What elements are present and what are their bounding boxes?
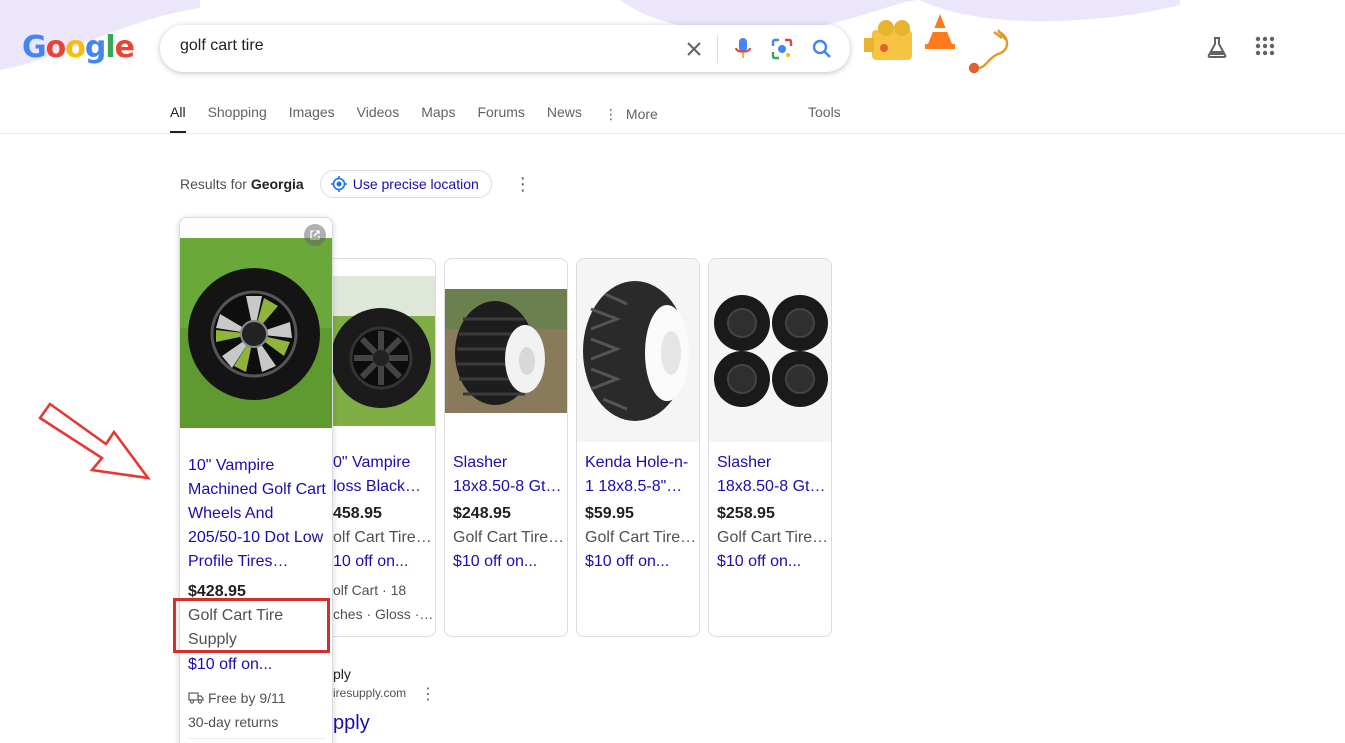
tabs-divider (0, 133, 1345, 134)
product-title[interactable]: Slasher 18x8.50-8 Gt… (453, 451, 565, 499)
product-card[interactable]: 0" Vampire loss Black… 458.95 olf Cart Ti… (333, 258, 436, 637)
search-divider (717, 35, 718, 63)
featured-divider (188, 738, 326, 739)
tab-forums[interactable]: Forums (477, 98, 524, 134)
product-card[interactable]: Kenda Hole-n- 1 18x8.5-8"… $59.95 Golf Ca… (576, 258, 700, 637)
google-lens-icon[interactable] (770, 37, 794, 61)
open-external-icon[interactable] (304, 224, 326, 246)
product-promo[interactable]: $10 off on... (717, 553, 829, 571)
tab-more[interactable]: ⋮ More (604, 98, 658, 134)
product-meta: ches · Gloss ·… (333, 606, 433, 622)
more-vert-icon: ⋮ (603, 105, 618, 122)
tools-button[interactable]: Tools (808, 104, 841, 120)
product-promo[interactable]: $10 off on... (453, 553, 565, 571)
search-tabs: All Shopping Images Videos Maps Forums N… (170, 98, 680, 134)
location-prefix: Results for (180, 176, 247, 192)
product-meta: olf Cart · 18 (333, 582, 407, 598)
product-image (709, 259, 831, 442)
location-place: Georgia (250, 176, 304, 192)
product-price: $59.95 (585, 505, 634, 522)
product-price: $248.95 (453, 505, 511, 522)
product-seller: Golf Cart Tire… (585, 529, 697, 546)
seller-highlight-box (173, 598, 330, 653)
featured-shipping: Free by 9/11 (188, 690, 286, 706)
use-precise-location-label: Use precise location (352, 176, 479, 192)
product-card[interactable]: Slasher 18x8.50-8 Gt… $258.95 Golf Cart T… (708, 258, 832, 637)
annotation-arrow (38, 402, 151, 480)
product-title[interactable]: 0" Vampire loss Black… (333, 451, 433, 499)
logo-letter: l (105, 30, 115, 65)
logo-letter: G (22, 30, 47, 65)
result-url[interactable]: iresupply.com (333, 686, 406, 700)
search-input[interactable] (180, 37, 660, 55)
tab-videos[interactable]: Videos (357, 98, 400, 134)
clear-icon[interactable] (682, 37, 706, 61)
product-title[interactable]: Slasher 18x8.50-8 Gt… (717, 451, 829, 499)
location-target-icon (330, 176, 347, 192)
product-image (333, 276, 435, 426)
search-box[interactable] (160, 25, 850, 72)
result-title-link[interactable]: pply (333, 712, 370, 735)
product-card[interactable]: Slasher 18x8.50-8 Gt… $248.95 Golf Cart T… (444, 258, 568, 637)
featured-shipping-text: Free by 9/11 (208, 690, 286, 706)
product-title[interactable]: Kenda Hole-n- 1 18x8.5-8"… (585, 451, 697, 499)
product-price: $258.95 (717, 505, 775, 522)
google-doodle-logo[interactable]: Google (22, 30, 135, 70)
product-image (577, 259, 699, 442)
labs-flask-icon[interactable] (1206, 36, 1228, 63)
tab-all[interactable]: All (170, 98, 186, 134)
logo-letter: o (45, 30, 67, 65)
tab-more-label: More (625, 106, 658, 122)
tab-maps[interactable]: Maps (421, 98, 455, 134)
product-promo[interactable]: 10 off on... (333, 553, 433, 571)
product-seller: Golf Cart Tire… (717, 529, 829, 546)
apps-grid-icon[interactable] (1255, 36, 1275, 61)
result-more-icon[interactable]: ⋮ (420, 684, 436, 704)
logo-letter: e (114, 30, 135, 65)
microphone-icon[interactable] (731, 37, 755, 61)
search-icon[interactable] (810, 37, 834, 61)
use-precise-location-button[interactable]: Use precise location (319, 170, 492, 198)
tab-news[interactable]: News (547, 98, 582, 134)
truck-icon (188, 692, 204, 704)
location-text: Results for Georgia (180, 176, 304, 192)
logo-letter: o (65, 30, 86, 65)
tab-images[interactable]: Images (289, 98, 335, 134)
product-seller: olf Cart Tire… (333, 529, 432, 546)
featured-product-promo[interactable]: $10 off on... (188, 656, 272, 674)
featured-product-title[interactable]: 10" Vampire Machined Golf Cart Wheels An… (188, 454, 328, 574)
tab-shopping[interactable]: Shopping (208, 98, 267, 134)
location-more-icon[interactable]: ⋮ (514, 175, 532, 193)
product-seller: Golf Cart Tire… (453, 529, 565, 546)
featured-product-card[interactable]: 10" Vampire Machined Golf Cart Wheels An… (179, 217, 333, 743)
product-image (445, 289, 567, 413)
doodle-illustration (864, 14, 1009, 74)
product-promo[interactable]: $10 off on... (585, 553, 697, 571)
featured-returns: 30-day returns (188, 714, 279, 730)
product-price: 458.95 (333, 505, 382, 522)
result-site-name[interactable]: ply (333, 666, 351, 682)
product-image (180, 238, 332, 428)
logo-letter: g (84, 30, 107, 65)
location-row: Results for Georgia Use precise location… (180, 170, 532, 198)
